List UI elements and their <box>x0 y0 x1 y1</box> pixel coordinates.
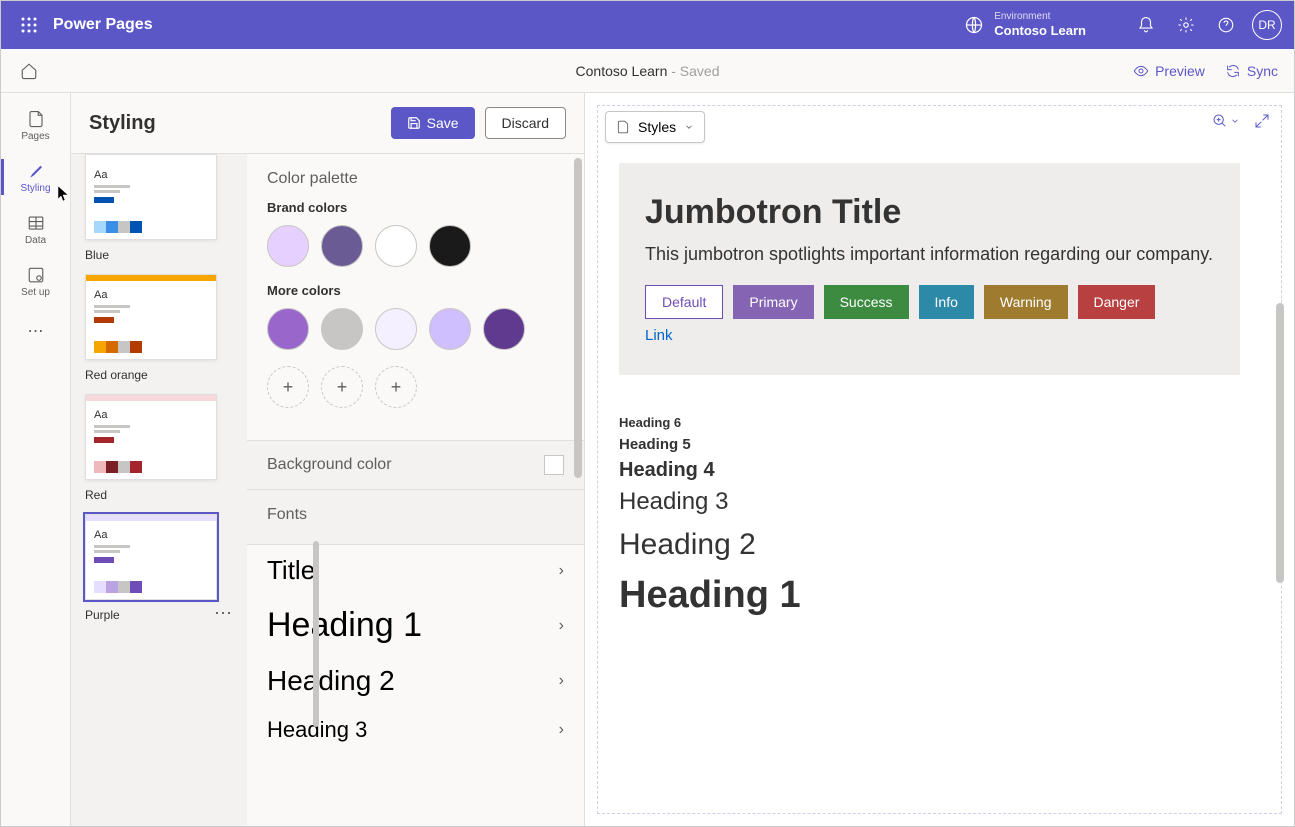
brand-swatch-1[interactable] <box>267 225 309 267</box>
styling-panel: Styling Save Discard Aa Blue Aa Red oran… <box>71 93 585 826</box>
styling-title: Styling <box>89 112 381 135</box>
heading-4: Heading 4 <box>619 459 1240 482</box>
add-color-1[interactable]: + <box>267 366 309 408</box>
discard-button[interactable]: Discard <box>485 107 566 139</box>
chevron-down-icon <box>684 122 694 132</box>
env-name: Contoso Learn <box>994 23 1086 39</box>
save-icon <box>407 116 421 130</box>
theme-blue[interactable]: Aa Blue <box>85 154 233 262</box>
table-icon <box>26 213 46 233</box>
theme-red[interactable]: Aa Red <box>85 394 233 502</box>
brand-swatch-2[interactable] <box>321 225 363 267</box>
brand-swatch-3[interactable] <box>375 225 417 267</box>
jumbotron: Jumbotron Title This jumbotron spotlight… <box>619 163 1240 375</box>
theme-purple[interactable]: Aa Purple ⋯ <box>85 514 233 622</box>
background-swatch[interactable] <box>544 455 564 475</box>
chevron-right-icon: › <box>559 672 564 690</box>
globe-icon <box>964 15 984 35</box>
preview-canvas: Styles Jumbotron Title This jumbotron sp… <box>585 93 1294 826</box>
environment-picker[interactable]: Environment Contoso Learn <box>964 11 1086 39</box>
heading-5: Heading 5 <box>619 436 1240 453</box>
sync-button[interactable]: Sync <box>1225 63 1278 79</box>
default-button[interactable]: Default <box>645 285 723 319</box>
info-button[interactable]: Info <box>919 285 974 319</box>
waffle-icon[interactable] <box>13 9 45 41</box>
settings-icon[interactable] <box>1166 5 1206 45</box>
user-avatar[interactable]: DR <box>1252 10 1282 40</box>
chevron-right-icon: › <box>559 617 564 635</box>
more-swatch-2[interactable] <box>321 308 363 350</box>
link-example[interactable]: Link <box>645 327 673 344</box>
font-h1-row[interactable]: Heading 1› <box>247 596 584 655</box>
eye-icon <box>1133 63 1149 79</box>
save-status: - Saved <box>667 63 719 79</box>
scrollbar[interactable] <box>1276 303 1284 583</box>
brand-swatch-4[interactable] <box>429 225 471 267</box>
danger-button[interactable]: Danger <box>1078 285 1156 319</box>
more-swatch-5[interactable] <box>483 308 525 350</box>
theme-more-icon[interactable]: ⋯ <box>214 603 233 624</box>
background-color-row[interactable]: Background color <box>247 441 584 490</box>
brand-colors-label: Brand colors <box>267 200 564 215</box>
page-icon <box>616 120 630 134</box>
setup-icon <box>26 265 46 285</box>
font-title-row[interactable]: Title› <box>247 545 584 596</box>
jumbotron-text: This jumbotron spotlights important info… <box>645 242 1214 267</box>
more-swatch-3[interactable] <box>375 308 417 350</box>
chevron-right-icon: › <box>559 562 564 580</box>
heading-6: Heading 6 <box>619 415 1240 430</box>
sync-icon <box>1225 63 1241 79</box>
page-icon <box>26 109 46 129</box>
color-palette-title: Color palette <box>267 170 564 188</box>
help-icon[interactable] <box>1206 5 1246 45</box>
warning-button[interactable]: Warning <box>984 285 1068 319</box>
preview-button[interactable]: Preview <box>1133 63 1205 79</box>
notifications-icon[interactable] <box>1126 5 1166 45</box>
left-nav: Pages Styling Data Set up ⋯ <box>1 93 71 826</box>
nav-pages[interactable]: Pages <box>1 99 70 151</box>
brush-icon <box>26 161 46 181</box>
jumbotron-title: Jumbotron Title <box>645 193 1214 232</box>
command-bar: Contoso Learn - Saved Preview Sync <box>1 49 1294 93</box>
site-name: Contoso Learn <box>576 63 668 79</box>
more-swatch-1[interactable] <box>267 308 309 350</box>
style-settings: Color palette Brand colors More colors <box>247 154 584 826</box>
scrollbar[interactable] <box>574 158 582 478</box>
zoom-button[interactable] <box>1212 113 1240 129</box>
more-colors-label: More colors <box>267 283 564 298</box>
env-label: Environment <box>994 11 1086 23</box>
add-color-3[interactable]: + <box>375 366 417 408</box>
scrollbar[interactable] <box>313 541 319 727</box>
save-button[interactable]: Save <box>391 107 475 139</box>
nav-data[interactable]: Data <box>1 203 70 255</box>
expand-icon[interactable] <box>1254 113 1270 129</box>
font-h3-row[interactable]: Heading 3› <box>247 707 584 753</box>
heading-1: Heading 1 <box>619 574 1240 617</box>
heading-3: Heading 3 <box>619 488 1240 516</box>
breadcrumb: Contoso Learn - Saved <box>576 63 720 79</box>
add-color-2[interactable]: + <box>321 366 363 408</box>
nav-more[interactable]: ⋯ <box>1 311 70 351</box>
fonts-title: Fonts <box>267 506 564 524</box>
app-header: Power Pages Environment Contoso Learn DR <box>1 1 1294 49</box>
font-h2-row[interactable]: Heading 2› <box>247 655 584 707</box>
theme-red-orange[interactable]: Aa Red orange <box>85 274 233 382</box>
heading-samples: Heading 6 Heading 5 Heading 4 Heading 3 … <box>619 415 1240 617</box>
nav-setup[interactable]: Set up <box>1 255 70 307</box>
primary-button[interactable]: Primary <box>733 285 813 319</box>
chevron-right-icon: › <box>559 721 564 739</box>
app-title: Power Pages <box>53 16 153 34</box>
success-button[interactable]: Success <box>824 285 909 319</box>
home-icon[interactable] <box>17 59 41 83</box>
more-swatch-4[interactable] <box>429 308 471 350</box>
nav-styling[interactable]: Styling <box>1 151 70 203</box>
styles-dropdown[interactable]: Styles <box>605 111 705 143</box>
theme-list[interactable]: Aa Blue Aa Red orange Aa Red Aa Purple ⋯ <box>71 154 247 826</box>
heading-2: Heading 2 <box>619 528 1240 562</box>
